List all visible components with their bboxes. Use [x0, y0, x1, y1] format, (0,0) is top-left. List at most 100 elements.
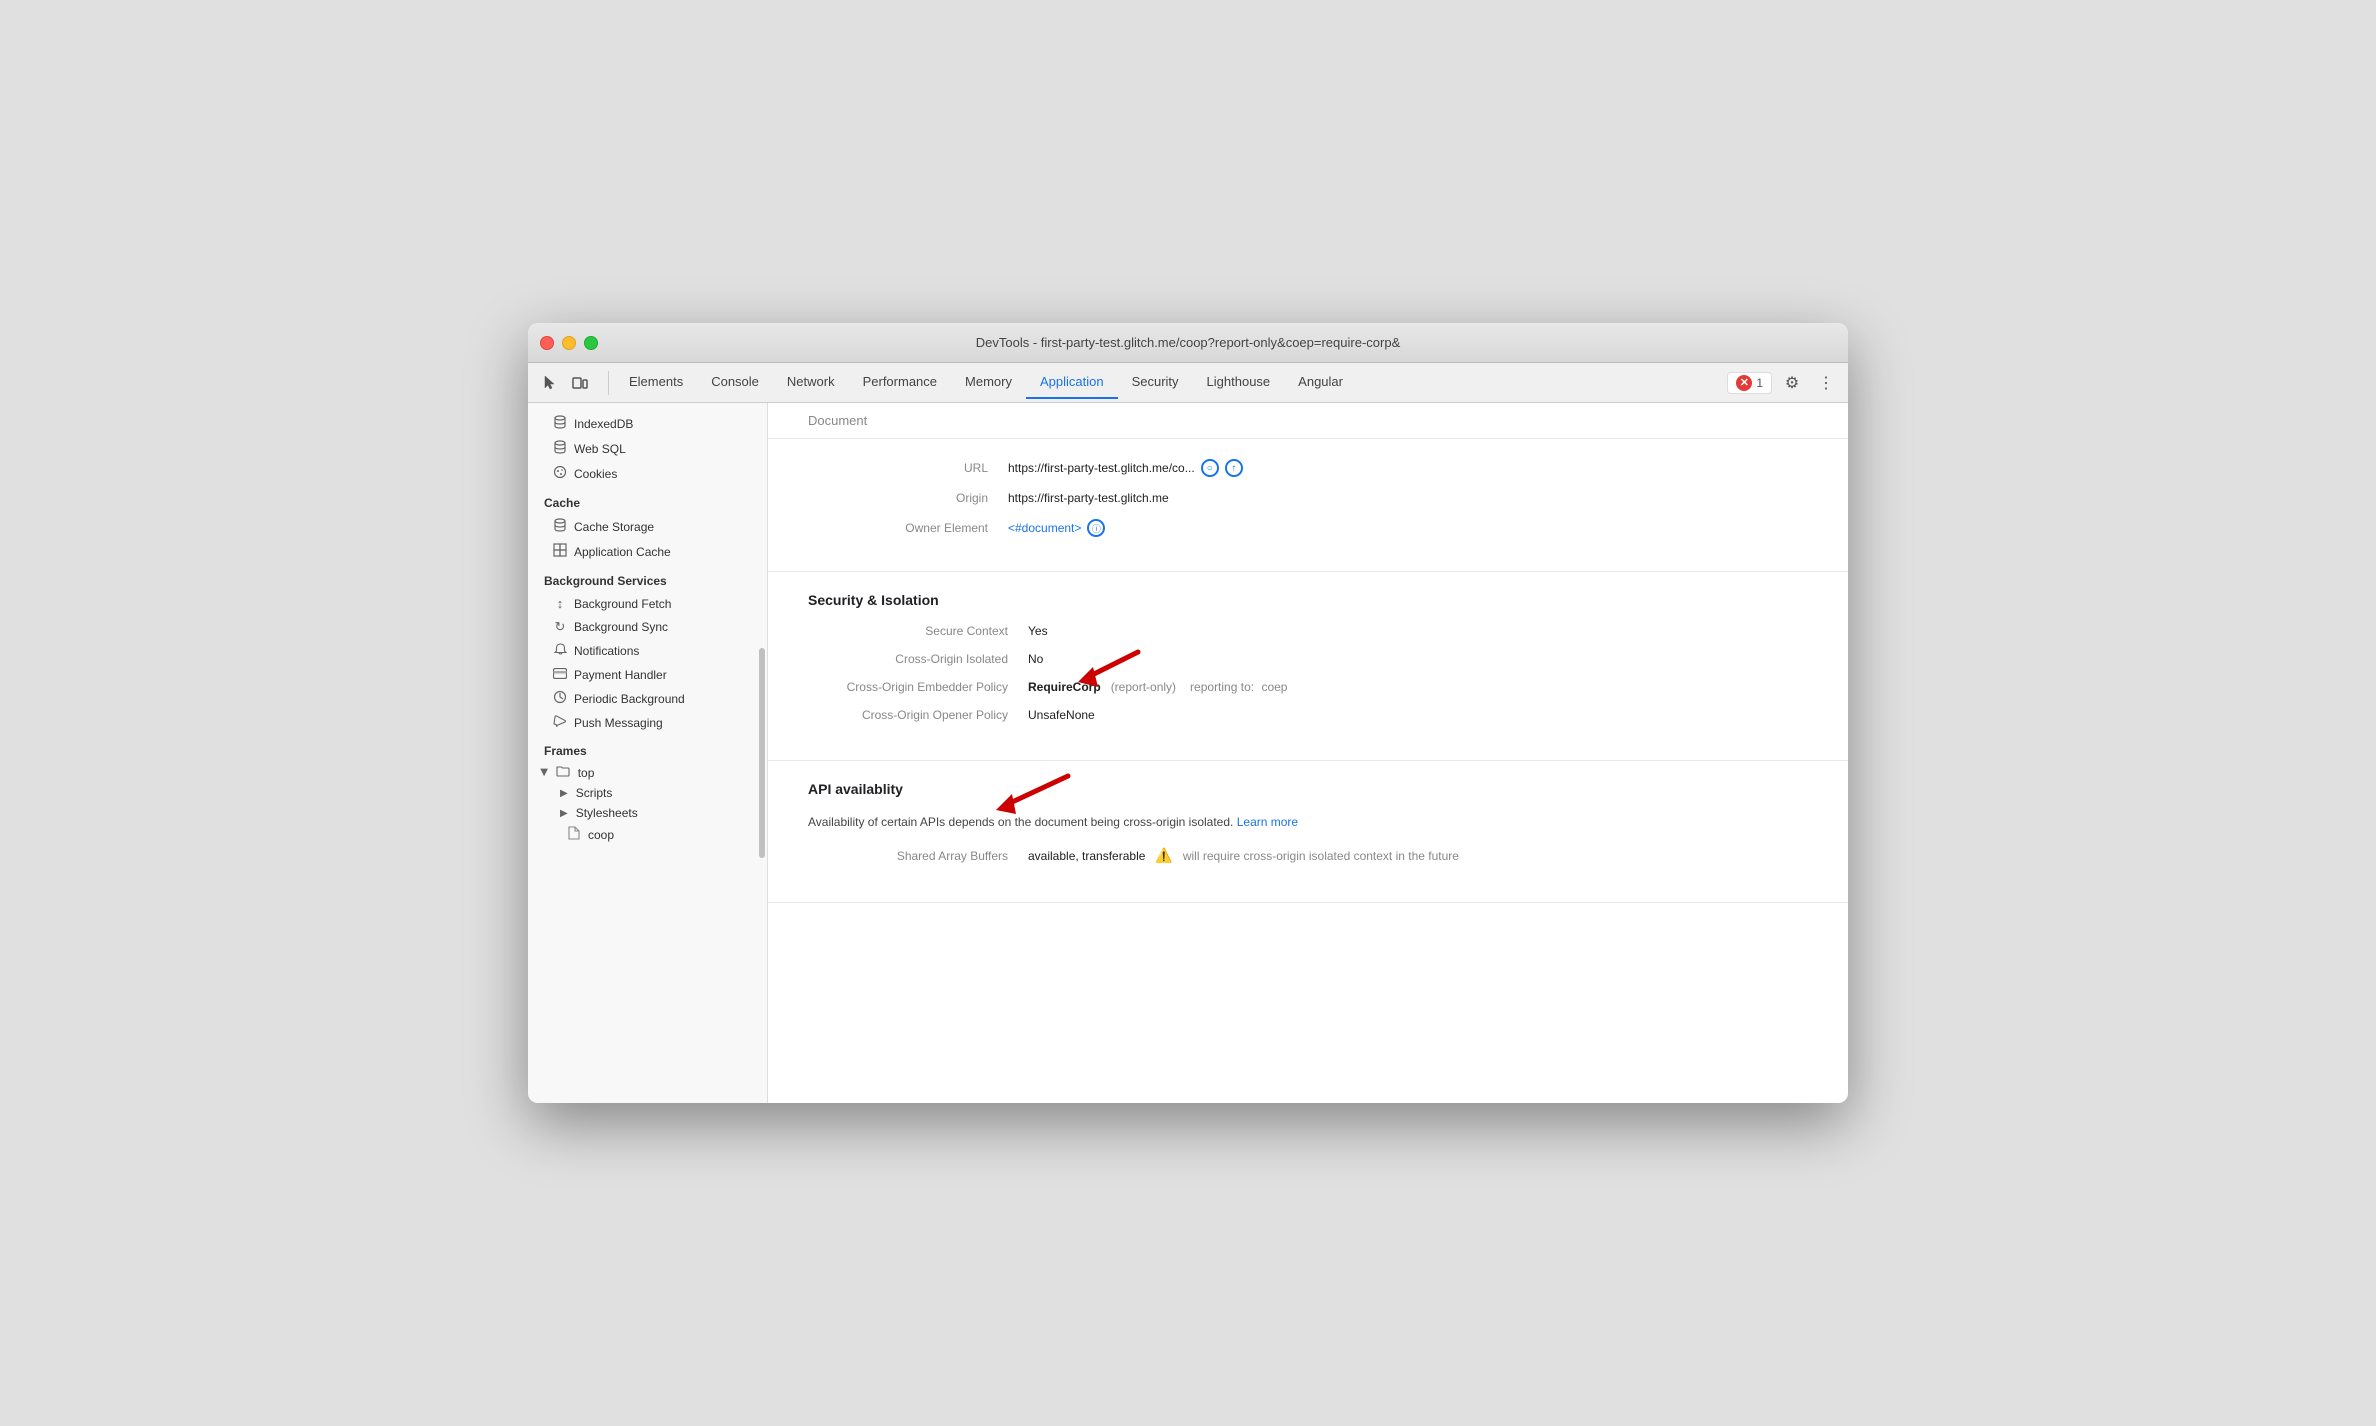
- url-label: URL: [788, 461, 1008, 475]
- secure-context-row: Secure Context Yes: [808, 624, 1808, 638]
- cache-storage-icon: [552, 518, 568, 535]
- websql-label: Web SQL: [574, 442, 626, 456]
- sidebar-scripts[interactable]: ▶ Scripts: [528, 783, 767, 803]
- sidebar-item-notifications[interactable]: Notifications: [528, 639, 767, 663]
- periodic-bg-label: Periodic Background: [574, 692, 685, 706]
- bg-fetch-icon: ↕: [552, 596, 568, 611]
- origin-label: Origin: [788, 491, 1008, 505]
- sidebar-coop-file[interactable]: coop: [528, 823, 767, 846]
- error-count: 1: [1756, 376, 1763, 390]
- sidebar-scrollbar[interactable]: [759, 648, 765, 858]
- tab-security[interactable]: Security: [1118, 366, 1193, 399]
- coop-label: Cross-Origin Opener Policy: [808, 708, 1028, 722]
- toolbar-icons: [536, 369, 594, 397]
- minimize-button[interactable]: [562, 336, 576, 350]
- cross-origin-isolated-label: Cross-Origin Isolated: [808, 652, 1028, 666]
- cross-origin-isolated-value: No: [1028, 652, 1043, 666]
- window-controls: [540, 336, 598, 350]
- stylesheets-label: Stylesheets: [576, 806, 638, 820]
- bg-services-section-header: Background Services: [528, 568, 767, 592]
- sidebar-item-payment-handler[interactable]: Payment Handler: [528, 663, 767, 686]
- sidebar-item-periodic-bg[interactable]: Periodic Background: [528, 686, 767, 711]
- url-open-icon[interactable]: ↑: [1225, 459, 1243, 477]
- titlebar: DevTools - first-party-test.glitch.me/co…: [528, 323, 1848, 363]
- bg-sync-icon: ↻: [552, 619, 568, 635]
- tab-elements[interactable]: Elements: [615, 366, 697, 399]
- learn-more-link[interactable]: Learn more: [1237, 815, 1298, 829]
- sidebar-item-bg-sync[interactable]: ↻ Background Sync: [528, 615, 767, 639]
- folder-icon: [556, 765, 570, 780]
- notifications-label: Notifications: [574, 644, 639, 658]
- sidebar-item-bg-fetch[interactable]: ↕ Background Fetch: [528, 592, 767, 615]
- document-header: Document: [768, 403, 1848, 439]
- tab-network[interactable]: Network: [773, 366, 849, 399]
- coep-detail: (report-only): [1111, 680, 1176, 694]
- sidebar-item-websql[interactable]: Web SQL: [528, 436, 767, 461]
- device-icon: [572, 375, 588, 391]
- device-toolbar-button[interactable]: [566, 369, 594, 397]
- sidebar-item-cookies[interactable]: Cookies: [528, 461, 767, 486]
- coep-value-text: RequireCorp: [1028, 680, 1101, 694]
- owner-element-link[interactable]: <#document>: [1008, 521, 1081, 535]
- owner-element-row: Owner Element <#document> ⓘ: [788, 519, 1828, 537]
- cache-section-header: Cache: [528, 490, 767, 514]
- tab-lighthouse[interactable]: Lighthouse: [1193, 366, 1285, 399]
- sidebar-stylesheets[interactable]: ▶ Stylesheets: [528, 803, 767, 823]
- shared-buffers-row: Shared Array Buffers available, transfer…: [808, 847, 1808, 864]
- frames-section-header: Frames: [528, 738, 767, 762]
- more-button[interactable]: ⋮: [1812, 369, 1840, 397]
- cursor-tool-button[interactable]: [536, 369, 564, 397]
- coop-value: UnsafeNone: [1028, 708, 1095, 722]
- error-count-button[interactable]: ✕ 1: [1727, 372, 1772, 394]
- app-cache-label: Application Cache: [574, 545, 671, 559]
- shared-buffers-label: Shared Array Buffers: [808, 849, 1028, 863]
- owner-element-info-icon[interactable]: ⓘ: [1087, 519, 1105, 537]
- bg-sync-label: Background Sync: [574, 620, 668, 634]
- settings-button[interactable]: ⚙: [1778, 369, 1806, 397]
- scripts-label: Scripts: [576, 786, 613, 800]
- coop-label: coop: [588, 828, 614, 842]
- scripts-triangle: ▶: [560, 788, 568, 799]
- tab-application[interactable]: Application: [1026, 366, 1118, 399]
- security-section-title: Security & Isolation: [808, 592, 1808, 608]
- url-text: https://first-party-test.glitch.me/co...: [1008, 461, 1195, 475]
- owner-element-value: <#document> ⓘ: [1008, 519, 1105, 537]
- owner-element-label: Owner Element: [788, 521, 1008, 535]
- indexeddb-icon: [552, 415, 568, 432]
- cookies-label: Cookies: [574, 467, 617, 481]
- periodic-bg-icon: [552, 690, 568, 707]
- tab-angular[interactable]: Angular: [1284, 366, 1357, 399]
- sidebar-item-indexeddb[interactable]: IndexedDB: [528, 411, 767, 436]
- close-button[interactable]: [540, 336, 554, 350]
- maximize-button[interactable]: [584, 336, 598, 350]
- sidebar-item-cache-storage[interactable]: Cache Storage: [528, 514, 767, 539]
- api-section-title: API availablity: [808, 781, 903, 797]
- devtools-toolbar: Elements Console Network Performance Mem…: [528, 363, 1848, 403]
- security-section: Security & Isolation Secure Context Yes …: [768, 572, 1848, 761]
- payment-handler-icon: [552, 667, 568, 682]
- cursor-icon: [542, 375, 558, 391]
- cache-storage-label: Cache Storage: [574, 520, 654, 534]
- payment-handler-label: Payment Handler: [574, 668, 667, 682]
- sidebar-item-push-messaging[interactable]: Push Messaging: [528, 711, 767, 734]
- document-label: Document: [808, 413, 867, 428]
- tab-memory[interactable]: Memory: [951, 366, 1026, 399]
- tab-console[interactable]: Console: [697, 366, 773, 399]
- push-messaging-label: Push Messaging: [574, 716, 663, 730]
- indexeddb-label: IndexedDB: [574, 417, 633, 431]
- push-messaging-icon: [552, 715, 568, 730]
- tab-performance[interactable]: Performance: [849, 366, 951, 399]
- url-copy-icon[interactable]: ○: [1201, 459, 1219, 477]
- coop-file-icon: [568, 826, 580, 843]
- toolbar-right: ✕ 1 ⚙ ⋮: [1727, 369, 1840, 397]
- sidebar-frame-top[interactable]: ▶ top: [528, 762, 767, 783]
- frame-top-label: top: [578, 766, 595, 780]
- stylesheets-triangle: ▶: [560, 808, 568, 819]
- api-section: API availablity Availability of certain …: [768, 761, 1848, 903]
- sidebar-item-app-cache[interactable]: Application Cache: [528, 539, 767, 564]
- warning-icon: ⚠️: [1155, 847, 1172, 864]
- origin-row: Origin https://first-party-test.glitch.m…: [788, 491, 1828, 505]
- api-description: Availability of certain APIs depends on …: [808, 813, 1808, 831]
- main-nav: Elements Console Network Performance Mem…: [615, 366, 1727, 399]
- websql-icon: [552, 440, 568, 457]
